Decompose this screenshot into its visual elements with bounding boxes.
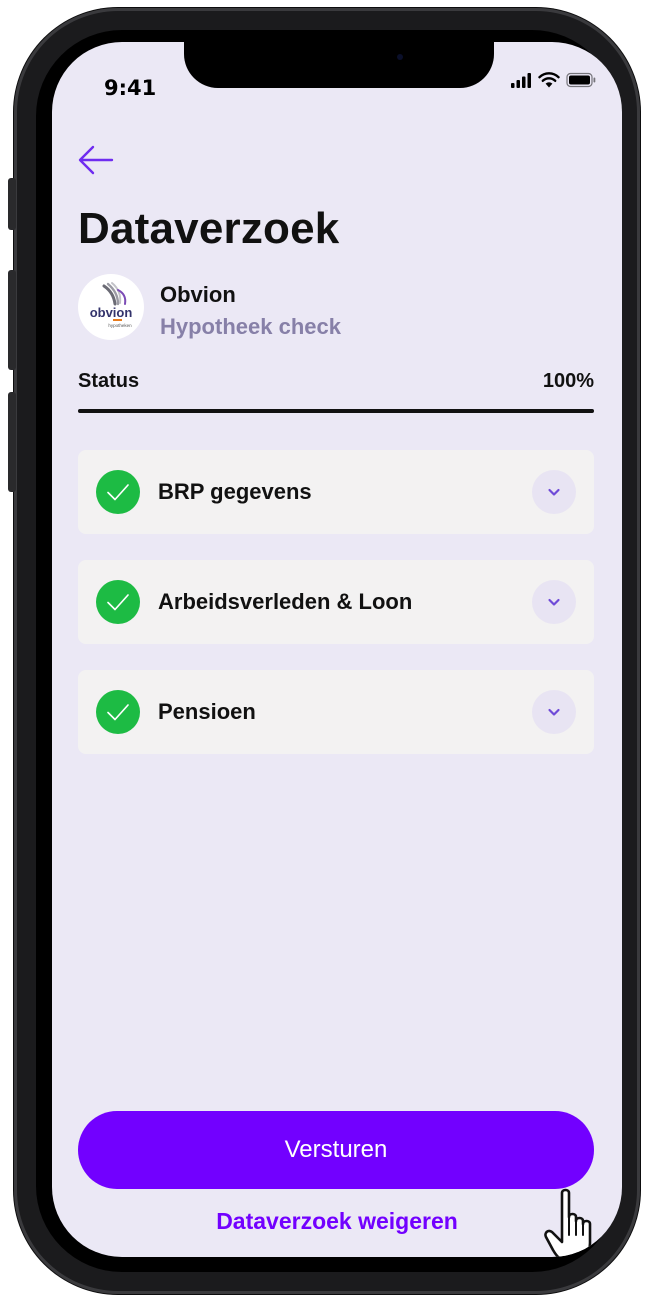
reject-request-link[interactable]: Dataverzoek weigeren	[52, 1208, 622, 1235]
svg-text:hypotheken: hypotheken	[108, 323, 132, 328]
back-button[interactable]	[76, 142, 116, 178]
svg-text:obvion: obvion	[90, 305, 133, 320]
submit-button-label: Versturen	[284, 1136, 388, 1163]
wifi-icon	[538, 72, 560, 88]
side-button-volume-down	[8, 392, 16, 492]
requester-name: Obvion	[160, 282, 236, 307]
data-item-pensioen[interactable]: Pensioen	[78, 670, 594, 754]
data-item-brp[interactable]: BRP gegevens	[78, 450, 594, 534]
check-icon	[96, 690, 140, 734]
data-item-arbeidsverleden[interactable]: Arbeidsverleden & Loon	[78, 560, 594, 644]
check-icon	[96, 470, 140, 514]
signal-icon	[511, 73, 531, 88]
chevron-down-icon[interactable]	[532, 690, 576, 734]
battery-icon	[566, 72, 596, 88]
notch	[184, 42, 494, 88]
status-time: 9:41	[104, 76, 157, 100]
status-label: Status	[78, 370, 140, 392]
status-icons	[510, 72, 596, 88]
side-button-volume-up	[8, 270, 16, 370]
check-icon	[96, 580, 140, 624]
data-item-label: Pensioen	[158, 699, 256, 724]
progress-fill	[78, 409, 594, 413]
submit-button[interactable]: Versturen	[78, 1111, 594, 1189]
request-type: Hypotheek check	[160, 314, 341, 339]
app-screen: 9:41 Dataverzoek obvion hypotheken Obvio…	[52, 42, 622, 1257]
camera	[397, 54, 403, 60]
page-title: Dataverzoek	[78, 204, 340, 253]
chevron-down-icon[interactable]	[532, 580, 576, 624]
status-percentage: 100%	[542, 370, 594, 392]
side-button-mute	[8, 178, 16, 230]
obvion-logo-icon: obvion hypotheken	[90, 282, 133, 328]
chevron-down-icon[interactable]	[532, 470, 576, 514]
progress-bar	[78, 409, 594, 413]
arrow-left-icon	[78, 145, 114, 175]
requester-logo: obvion hypotheken	[78, 274, 144, 340]
data-item-label: BRP gegevens	[158, 479, 312, 504]
data-item-label: Arbeidsverleden & Loon	[158, 589, 413, 614]
